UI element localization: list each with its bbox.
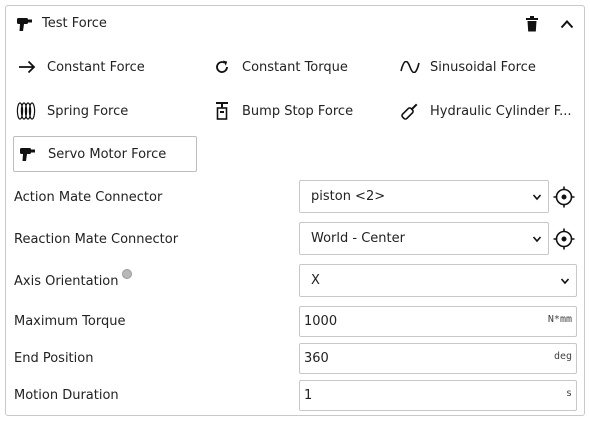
action-mate-value: piston <2> — [311, 189, 386, 204]
axis-orientation-value: X — [311, 273, 320, 288]
chevron-down-icon — [560, 278, 570, 285]
axis-orientation-label: Axis Orientation — [14, 269, 132, 289]
max-torque-value: 1000 — [304, 314, 338, 329]
action-mate-label: Action Mate Connector — [14, 190, 163, 205]
force-type-bump-stop-force[interactable]: Bump Stop Force — [211, 94, 391, 128]
collapse-button[interactable] — [557, 14, 577, 34]
force-type-label: Hydraulic Cylinder F... — [430, 103, 572, 119]
motion-duration-label: Motion Duration — [14, 388, 119, 403]
axis-orientation-text: Axis Orientation — [14, 274, 119, 289]
axis-orientation-select[interactable]: X — [299, 264, 577, 297]
force-type-constant-torque[interactable]: Constant Torque — [211, 50, 391, 84]
force-type-sinusoidal-force[interactable]: Sinusoidal Force — [399, 50, 579, 84]
reaction-mate-select[interactable]: World - Center — [299, 222, 549, 255]
bump-stop-icon — [211, 101, 233, 121]
info-icon[interactable] — [121, 269, 132, 279]
reaction-mate-value: World - Center — [311, 231, 405, 246]
motion-duration-unit: s — [565, 388, 572, 399]
drill-icon — [17, 144, 39, 164]
force-type-label: Sinusoidal Force — [430, 59, 536, 75]
hydraulic-cylinder-icon — [399, 101, 421, 121]
panel-header: Test Force — [6, 6, 584, 42]
select-mate-target-button[interactable] — [553, 186, 575, 208]
max-torque-unit: N*mm — [547, 314, 572, 325]
drill-icon — [16, 15, 34, 33]
motion-duration-input[interactable]: 1 s — [299, 380, 577, 411]
force-type-label: Bump Stop Force — [242, 103, 354, 119]
force-type-constant-force[interactable]: Constant Force — [16, 50, 196, 84]
chevron-up-icon — [560, 20, 574, 29]
test-force-panel: Test Force Constant Force Constant Torqu… — [5, 5, 585, 416]
motion-duration-value: 1 — [304, 388, 313, 403]
max-torque-label: Maximum Torque — [14, 314, 126, 329]
force-type-label: Spring Force — [47, 103, 129, 119]
end-position-input[interactable]: 360 deg — [299, 343, 577, 374]
chevron-down-icon — [532, 194, 542, 201]
spring-coil-icon — [16, 101, 38, 121]
rotate-cw-icon — [211, 57, 233, 77]
force-type-servo-motor-force[interactable]: Servo Motor Force — [13, 136, 197, 172]
reaction-mate-label: Reaction Mate Connector — [14, 232, 179, 247]
delete-button[interactable] — [522, 14, 542, 34]
trash-icon — [526, 16, 538, 32]
crosshair-icon — [553, 186, 575, 208]
chevron-down-icon — [532, 236, 542, 243]
sine-wave-icon — [399, 57, 421, 77]
force-type-spring-force[interactable]: Spring Force — [16, 94, 196, 128]
crosshair-icon — [553, 228, 575, 250]
panel-title: Test Force — [42, 16, 107, 31]
force-type-label: Constant Torque — [242, 59, 348, 75]
select-mate-target-button[interactable] — [553, 228, 575, 250]
force-type-label: Servo Motor Force — [48, 146, 167, 162]
end-position-label: End Position — [14, 351, 94, 366]
arrow-right-icon — [16, 57, 38, 77]
max-torque-input[interactable]: 1000 N*mm — [299, 306, 577, 337]
force-type-hydraulic-cylinder-force[interactable]: Hydraulic Cylinder F... — [399, 94, 579, 128]
end-position-unit: deg — [553, 351, 572, 362]
force-type-label: Constant Force — [47, 59, 145, 75]
end-position-value: 360 — [304, 351, 329, 366]
action-mate-select[interactable]: piston <2> — [299, 180, 549, 213]
